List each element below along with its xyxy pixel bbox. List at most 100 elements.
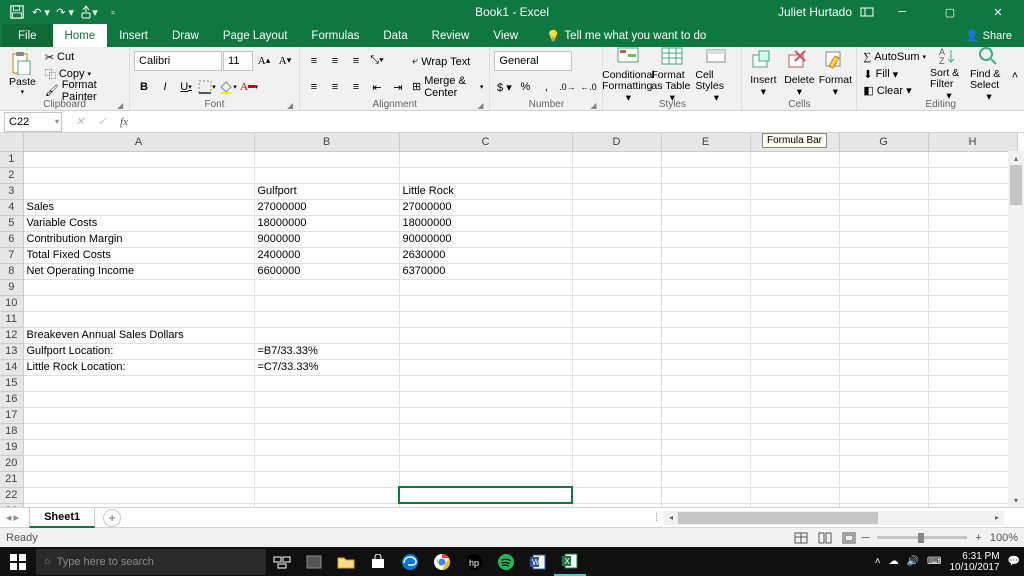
cell[interactable] (254, 471, 399, 487)
cell[interactable] (23, 295, 254, 311)
zoom-level[interactable]: 100% (990, 532, 1018, 544)
cell[interactable] (572, 279, 661, 295)
cell[interactable] (750, 487, 839, 503)
cell[interactable] (928, 263, 1017, 279)
number-format-select[interactable] (494, 51, 572, 71)
alignment-launcher-icon[interactable]: ◢ (475, 101, 485, 111)
cell[interactable] (928, 471, 1017, 487)
align-bottom-button[interactable]: ≡ (346, 51, 366, 71)
cell[interactable] (928, 343, 1017, 359)
taskbar-word[interactable]: W (522, 547, 554, 576)
hscroll-thumb[interactable] (678, 512, 878, 524)
decrease-decimal-button[interactable]: ←.0 (578, 77, 598, 97)
share-button[interactable]: 👤Share (965, 29, 1022, 42)
cell[interactable] (928, 231, 1017, 247)
tray-keyboard-icon[interactable]: ⌨ (927, 556, 941, 567)
align-middle-button[interactable]: ≡ (325, 51, 345, 71)
cell[interactable] (399, 471, 572, 487)
sort-filter-button[interactable]: AZSort & Filter▾ (930, 49, 968, 99)
cell[interactable] (928, 247, 1017, 263)
cell-styles-button[interactable]: Cell Styles▾ (695, 49, 737, 99)
cell[interactable] (839, 231, 928, 247)
cell[interactable] (661, 311, 750, 327)
taskbar-excel[interactable]: X (554, 547, 586, 576)
cell[interactable] (750, 183, 839, 199)
row-header[interactable]: 12 (0, 327, 23, 343)
cell[interactable] (661, 343, 750, 359)
zoom-out-button[interactable]: ─ (862, 532, 870, 544)
cell[interactable]: Net Operating Income (23, 263, 254, 279)
cell[interactable] (839, 311, 928, 327)
ribbon-collapse-icon[interactable]: ˄ (1010, 66, 1020, 82)
cell[interactable] (661, 455, 750, 471)
cell[interactable] (399, 487, 572, 503)
cell[interactable] (254, 375, 399, 391)
font-name-select[interactable] (134, 51, 222, 71)
orientation-button[interactable]: ⤡▾ (367, 51, 387, 71)
cell[interactable] (839, 199, 928, 215)
cell[interactable]: 2630000 (399, 247, 572, 263)
cell[interactable] (839, 327, 928, 343)
cell[interactable] (839, 183, 928, 199)
format-cells-button[interactable]: Format▾ (818, 49, 852, 99)
sheet-tab[interactable]: Sheet1 (29, 508, 95, 528)
cell[interactable] (661, 423, 750, 439)
scroll-left-icon[interactable]: ◂ (664, 511, 678, 525)
wrap-text-button[interactable]: ⤶Wrap Text (410, 53, 485, 70)
cell[interactable] (23, 487, 254, 503)
taskbar-search[interactable]: ○Type here to search (36, 549, 266, 575)
taskbar-file-explorer[interactable] (330, 547, 362, 576)
cell[interactable] (399, 455, 572, 471)
cell[interactable] (23, 151, 254, 167)
shrink-font-button[interactable]: A▾ (275, 51, 295, 71)
row-header[interactable]: 20 (0, 455, 23, 471)
cell[interactable] (661, 391, 750, 407)
cell[interactable] (399, 359, 572, 375)
cell[interactable] (572, 295, 661, 311)
scroll-down-icon[interactable]: ▾ (1008, 493, 1024, 507)
row-header[interactable]: 19 (0, 439, 23, 455)
cell[interactable] (572, 263, 661, 279)
fill-color-button[interactable]: ▾ (218, 77, 238, 97)
save-icon[interactable] (6, 1, 28, 23)
cell[interactable] (928, 439, 1017, 455)
cell[interactable] (572, 455, 661, 471)
format-as-table-button[interactable]: Format as Table▾ (651, 49, 693, 99)
increase-decimal-button[interactable]: .0→ (557, 77, 577, 97)
fill-button[interactable]: ⬇Fill▾ (861, 66, 928, 83)
cell[interactable] (750, 391, 839, 407)
cell[interactable] (572, 343, 661, 359)
cancel-formula-icon[interactable]: ✕ (70, 113, 90, 131)
task-view-button[interactable] (266, 547, 298, 576)
user-name[interactable]: Juliet Hurtado (778, 5, 852, 19)
cell[interactable] (750, 375, 839, 391)
format-painter-button[interactable]: 🖌Format Painter (43, 82, 125, 99)
cell[interactable] (399, 391, 572, 407)
accounting-button[interactable]: $ ▾ (494, 77, 514, 97)
qat-customize-icon[interactable]: ꞊ (102, 1, 124, 23)
cell[interactable] (572, 471, 661, 487)
cell[interactable] (661, 439, 750, 455)
row-header[interactable]: 21 (0, 471, 23, 487)
cell[interactable] (23, 279, 254, 295)
cell[interactable] (750, 151, 839, 167)
horizontal-scrollbar[interactable]: ◂ ▸ (664, 511, 1004, 525)
cell[interactable] (750, 295, 839, 311)
cell[interactable] (839, 391, 928, 407)
cell[interactable] (661, 375, 750, 391)
scroll-thumb[interactable] (1010, 165, 1022, 205)
tab-data[interactable]: Data (371, 24, 419, 47)
clipboard-launcher-icon[interactable]: ◢ (115, 101, 125, 111)
touch-icon[interactable]: ▾ (78, 1, 100, 23)
fx-icon[interactable]: fx (114, 113, 134, 131)
cell[interactable]: Gulfport (254, 183, 399, 199)
cell[interactable] (572, 231, 661, 247)
insert-cells-button[interactable]: Insert▾ (746, 49, 780, 99)
grow-font-button[interactable]: A▴ (254, 51, 274, 71)
cell[interactable] (750, 423, 839, 439)
tray-onedrive-icon[interactable]: ☁ (889, 556, 899, 567)
cell[interactable] (23, 167, 254, 183)
sheet-nav-next-icon[interactable]: ▸ (14, 511, 20, 524)
cell[interactable] (254, 311, 399, 327)
page-break-view-button[interactable] (838, 529, 860, 547)
